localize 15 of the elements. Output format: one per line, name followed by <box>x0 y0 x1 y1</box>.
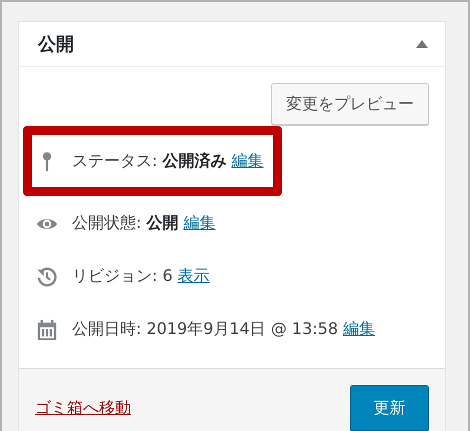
meta-text: 公開日時: 2019年9月14日 @ 13:58 <box>72 319 338 340</box>
panel-title: 公開 <box>38 33 74 56</box>
meta-text: ステータス: 公開済み <box>72 150 226 172</box>
calendar-icon <box>36 318 58 340</box>
meta-text: リビジョン: 6 <box>72 266 173 287</box>
preview-button[interactable]: 変更をプレビュー <box>271 83 429 125</box>
history-icon <box>36 266 58 288</box>
edit-link[interactable]: 編集 <box>231 150 264 172</box>
meta-text: 公開状態: 公開 <box>72 213 178 234</box>
edit-link[interactable]: 編集 <box>343 319 376 340</box>
collapse-arrow-icon[interactable] <box>415 38 429 50</box>
edit-link[interactable]: 編集 <box>183 213 216 234</box>
edit-link[interactable]: 表示 <box>178 266 210 287</box>
update-button[interactable]: 更新 <box>350 385 429 431</box>
trash-link[interactable]: ゴミ箱へ移動 <box>35 398 131 419</box>
